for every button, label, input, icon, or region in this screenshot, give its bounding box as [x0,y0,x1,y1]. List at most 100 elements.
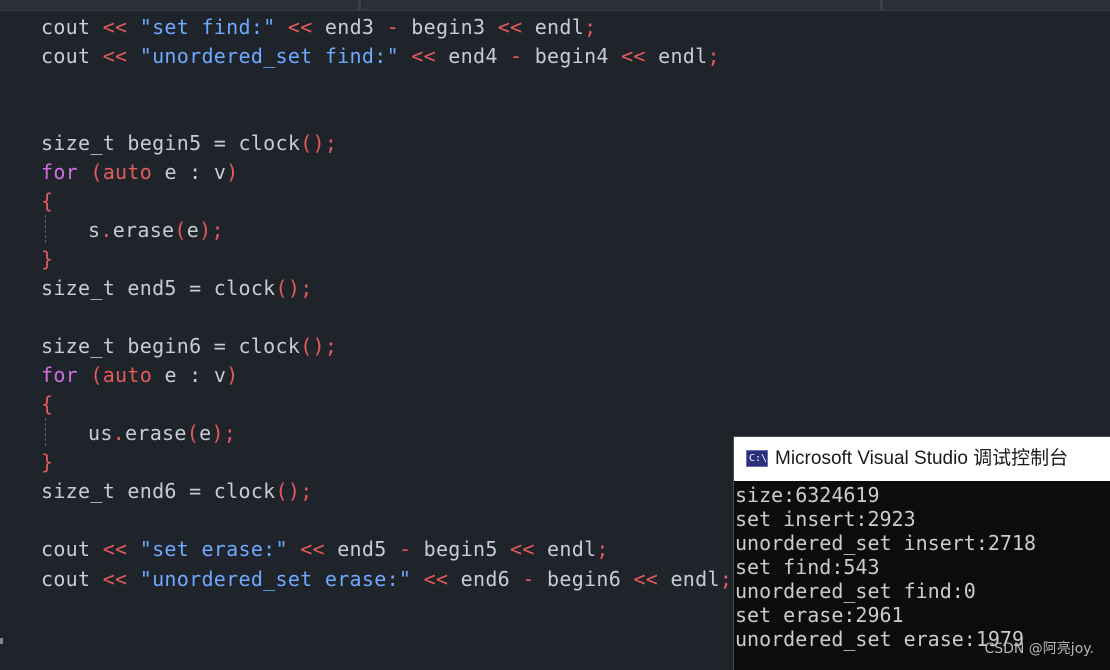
code-token: ) [287,276,301,300]
code-token: ) [287,479,301,503]
code-token: ) [211,421,224,445]
code-token: ) [312,131,325,155]
code-token: ; [707,44,720,68]
code-token: - [386,15,399,39]
code-token: end4 [448,44,498,68]
code-token: end6 [460,567,511,591]
code-token: ) [312,334,325,358]
code-line[interactable]: } [41,448,53,477]
code-token: = [189,276,202,300]
code-token: cout [41,15,91,39]
code-token: } [41,450,54,474]
code-token: << [102,15,128,39]
code-token: << [300,537,325,561]
code-line[interactable]: s.erase(e); [88,216,224,245]
code-line[interactable]: cout << "unordered_set find:" << end4 - … [41,42,720,71]
code-token: } [41,247,54,271]
code-token: endl [534,15,585,39]
code-token: : [189,363,202,387]
code-token: = [189,479,202,503]
code-token: ( [186,421,200,445]
code-line[interactable]: size_t end5 = clock(); [41,274,313,303]
console-output-line: set erase:2961 [735,603,904,627]
code-token: end3 [324,15,375,39]
code-token: { [41,189,54,213]
code-token: ; [300,479,313,503]
code-token: ; [324,334,338,358]
code-token: ( [275,276,288,300]
code-token: = [213,131,227,155]
code-token: ( [300,334,313,358]
code-token: << [411,44,436,68]
console-output-line: size:6324619 [735,483,880,507]
console-output-line: set insert:2923 [735,507,916,531]
keyword-token: auto [102,363,153,387]
code-line[interactable]: cout << "set find:" << end3 - begin3 << … [41,13,596,42]
code-token: clock [213,276,276,300]
code-token: ; [596,537,609,561]
code-token: size_t [41,479,116,503]
console-app-icon: C:\ [746,450,768,467]
code-token: size_t [41,334,116,358]
csdn-watermark: CSDN @阿亮joy. [984,641,1094,657]
code-token: cout [41,537,91,561]
code-token: << [633,567,659,591]
code-line[interactable]: } [41,245,53,274]
code-token: begin6 [127,334,202,358]
code-token: << [423,567,449,591]
debug-console-window[interactable]: C:\ Microsoft Visual Studio 调试控制台 size:6… [733,436,1110,670]
code-token: v [213,363,227,387]
code-token: us [88,421,113,445]
code-token: clock [238,334,301,358]
code-line[interactable]: size_t begin5 = clock(); [41,129,337,158]
code-token: ; [324,131,338,155]
console-icon-text: C:\ [749,453,768,464]
code-line[interactable]: size_t begin6 = clock(); [41,332,337,361]
code-token: ) [199,218,212,242]
code-token: ( [90,160,103,184]
code-line[interactable]: cout << "unordered_set erase:" << end6 -… [41,565,732,594]
indent-guide [45,215,46,243]
code-token: ( [174,218,187,242]
code-token: endl [547,537,597,561]
code-token: cout [41,44,91,68]
code-token: size_t [41,131,116,155]
tab-divider [880,0,883,10]
code-token: ( [90,363,103,387]
code-line[interactable]: size_t end6 = clock(); [41,477,313,506]
code-token: v [213,160,227,184]
code-token: end5 [127,276,177,300]
code-token: << [621,44,646,68]
code-token: end5 [337,537,387,561]
string-literal: "set find:" [139,15,276,39]
code-token: ; [719,567,733,591]
string-literal: "set erase:" [139,537,288,561]
code-token: begin3 [411,15,486,39]
code-line[interactable]: us.erase(e); [88,419,236,448]
code-token: ; [584,15,597,39]
code-line[interactable]: for (auto e : v) [41,361,239,390]
console-output-line: unordered_set insert:2718 [735,531,1037,555]
code-token: s [88,218,101,242]
code-token: begin5 [127,131,202,155]
code-token: ( [300,131,313,155]
code-token: e [186,218,200,242]
gutter-mark [0,638,3,644]
code-token: e [164,363,177,387]
keyword-token: for [41,363,79,387]
code-line[interactable]: { [41,187,53,216]
code-token: ; [211,218,224,242]
string-literal: "unordered_set erase:" [139,567,412,591]
code-token: erase [125,421,187,445]
console-output-line: unordered_set find:0 [735,579,976,603]
code-line[interactable]: cout << "set erase:" << end5 - begin5 <<… [41,535,609,564]
code-token: e [199,421,212,445]
code-token: << [497,15,523,39]
code-line[interactable]: { [41,390,53,419]
code-line[interactable]: for (auto e : v) [41,158,239,187]
console-title-bar[interactable]: C:\ Microsoft Visual Studio 调试控制台 [734,437,1110,481]
indent-guide [45,418,46,446]
code-token: ) [226,363,239,387]
console-output-line: set find:543 [735,555,880,579]
keyword-token: auto [102,160,153,184]
